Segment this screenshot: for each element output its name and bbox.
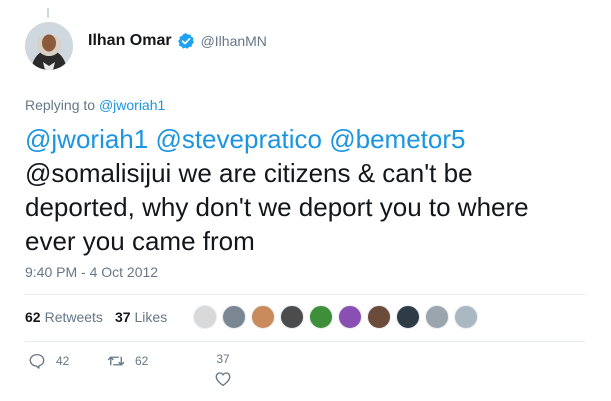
author-name[interactable]: Ilhan Omar [88,32,172,50]
like-count: 37 [216,352,230,366]
likes-label: Likes [134,309,168,325]
tweet-mention-tail[interactable]: @somalisijui [25,158,171,188]
like-button[interactable]: 37 [214,352,232,388]
retweet-button[interactable]: 62 [107,352,148,370]
avatar-9[interactable] [425,305,449,329]
author-handle[interactable]: @IlhanMN [201,33,267,49]
reply-button[interactable]: 42 [28,352,69,370]
likes-stat[interactable]: 37 Likes [115,309,167,325]
retweet-icon [107,356,125,366]
avatar-4[interactable] [280,305,304,329]
reply-count: 42 [56,354,70,368]
tweet-stats: 62 Retweets 37 Likes [25,309,179,325]
retweets-count: 62 [25,309,41,325]
divider-bottom [25,341,585,342]
thread-connector [47,8,49,18]
author-row: Ilhan Omar @IlhanMN [88,32,267,50]
avatar-5[interactable] [309,305,333,329]
avatar-6[interactable] [338,305,362,329]
retweet-count: 62 [135,354,149,368]
tweet-actions: 42 62 37 [25,352,265,397]
retweets-label: Retweets [44,309,103,325]
heart-icon [215,372,231,387]
reply-icon [29,353,45,369]
tweet-mentions-line[interactable]: @jworiah1 @stevepratico @bemetor5 [25,124,465,154]
replying-mention-link[interactable]: @jworiah1 [99,97,165,113]
retweets-stat[interactable]: 62 Retweets [25,309,103,325]
avatar-3[interactable] [251,305,275,329]
replying-to: Replying to @jworiah1 [25,97,165,113]
liker-avatars [193,305,483,329]
replying-prefix: Replying to [25,97,99,113]
divider-top [25,294,585,295]
profile-photo [25,22,73,70]
verified-badge-icon [177,32,195,50]
avatar-8[interactable] [396,305,420,329]
avatar[interactable] [25,22,73,70]
avatar-2[interactable] [222,305,246,329]
avatar-7[interactable] [367,305,391,329]
likes-count: 37 [114,309,131,325]
avatar-10[interactable] [454,305,478,329]
tweet-timestamp[interactable]: 9:40 PM - 4 Oct 2012 [25,264,158,280]
tweet-text: @jworiah1 @stevepratico @bemetor5 @somal… [25,122,585,258]
avatar-1[interactable] [193,305,217,329]
